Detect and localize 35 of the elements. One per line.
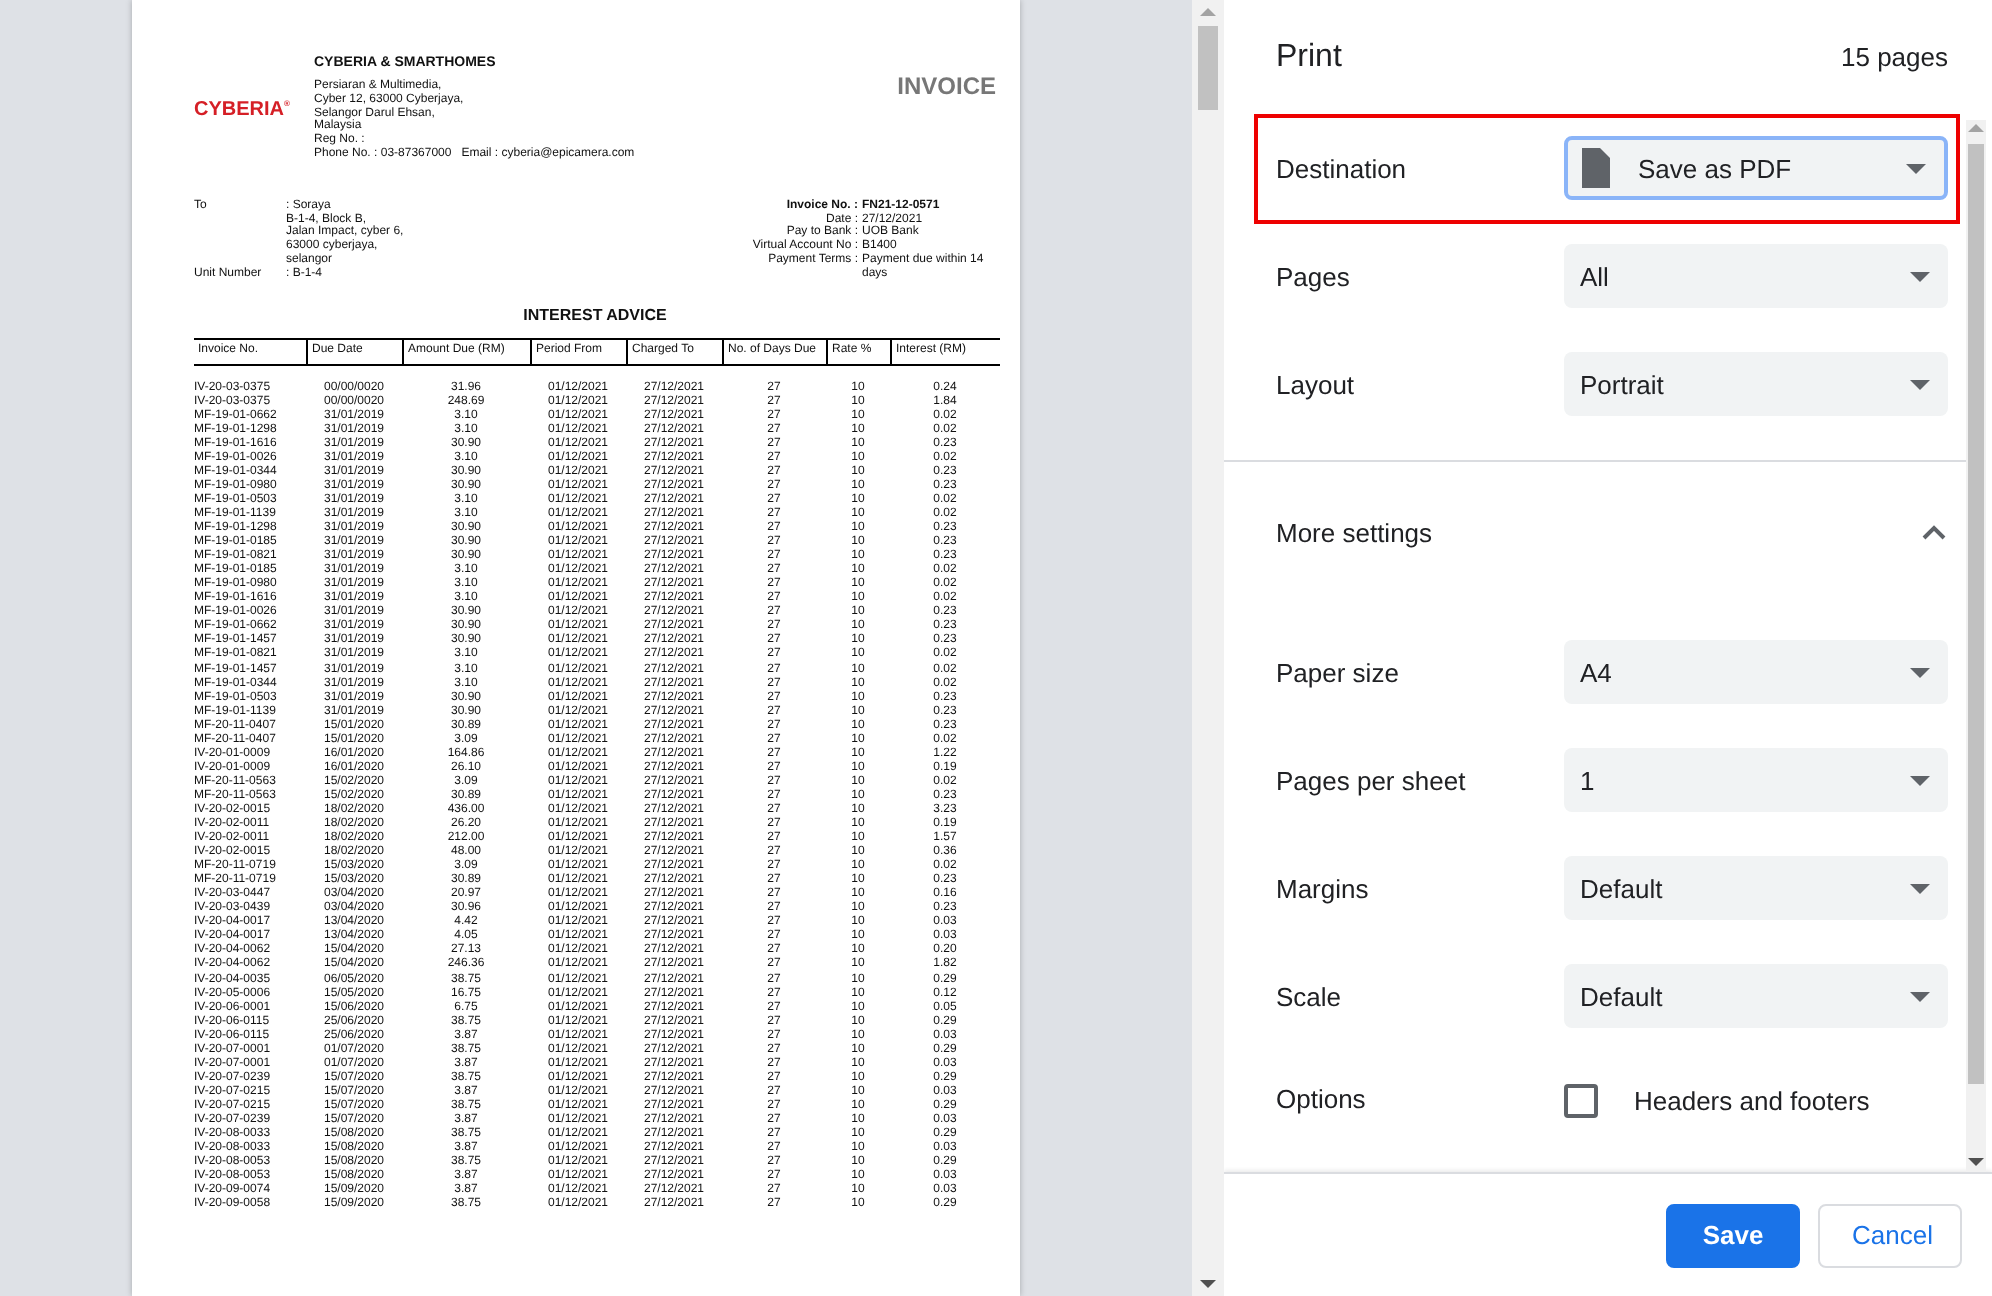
caret-icon [1910, 991, 1930, 1001]
setting-label: Paper size [1276, 657, 1401, 687]
dropdown[interactable]: Portrait [1564, 352, 1948, 416]
save-button[interactable]: Save [1666, 1203, 1800, 1267]
setting-label: Pages per sheet [1276, 765, 1468, 795]
section-title: INTEREST ADVICE [521, 305, 669, 326]
page-count: 15 pages [1841, 42, 1948, 72]
caret-icon [1910, 271, 1930, 281]
caret-icon [1910, 379, 1930, 389]
dialog-title: Print [1276, 39, 1342, 75]
caret-icon [1910, 883, 1930, 893]
cancel-button[interactable]: Cancel [1818, 1203, 1962, 1267]
caret-icon [1910, 667, 1930, 677]
document-icon [1578, 148, 1610, 188]
dropdown[interactable]: A4 [1564, 640, 1948, 704]
scrollbar[interactable] [1192, 0, 1224, 1296]
document-title: INVOICE [897, 72, 996, 100]
dropdown[interactable]: All [1564, 244, 1948, 308]
section-label: More settings [1276, 517, 1433, 547]
dropdown[interactable]: 1 [1564, 748, 1948, 812]
setting-label: Destination [1276, 153, 1409, 183]
caret-icon [1910, 775, 1930, 785]
setting-label: Pages [1276, 261, 1352, 291]
dropdown[interactable]: Default [1564, 964, 1948, 1028]
collapse-chevron-icon[interactable] [1922, 523, 1946, 541]
setting-label: Margins [1276, 873, 1371, 903]
dropdown[interactable]: Default [1564, 856, 1948, 920]
setting-label: Scale [1276, 981, 1344, 1011]
setting-label: Layout [1276, 369, 1357, 399]
checkbox[interactable] [1564, 1084, 1598, 1118]
setting-label: Options [1276, 1084, 1368, 1118]
dropdown[interactable]: Save as PDF [1564, 136, 1948, 200]
scrollbar[interactable] [1966, 120, 1986, 1172]
checkbox-label[interactable]: Headers and footers [1634, 1085, 1870, 1117]
caret-icon [1906, 163, 1926, 173]
